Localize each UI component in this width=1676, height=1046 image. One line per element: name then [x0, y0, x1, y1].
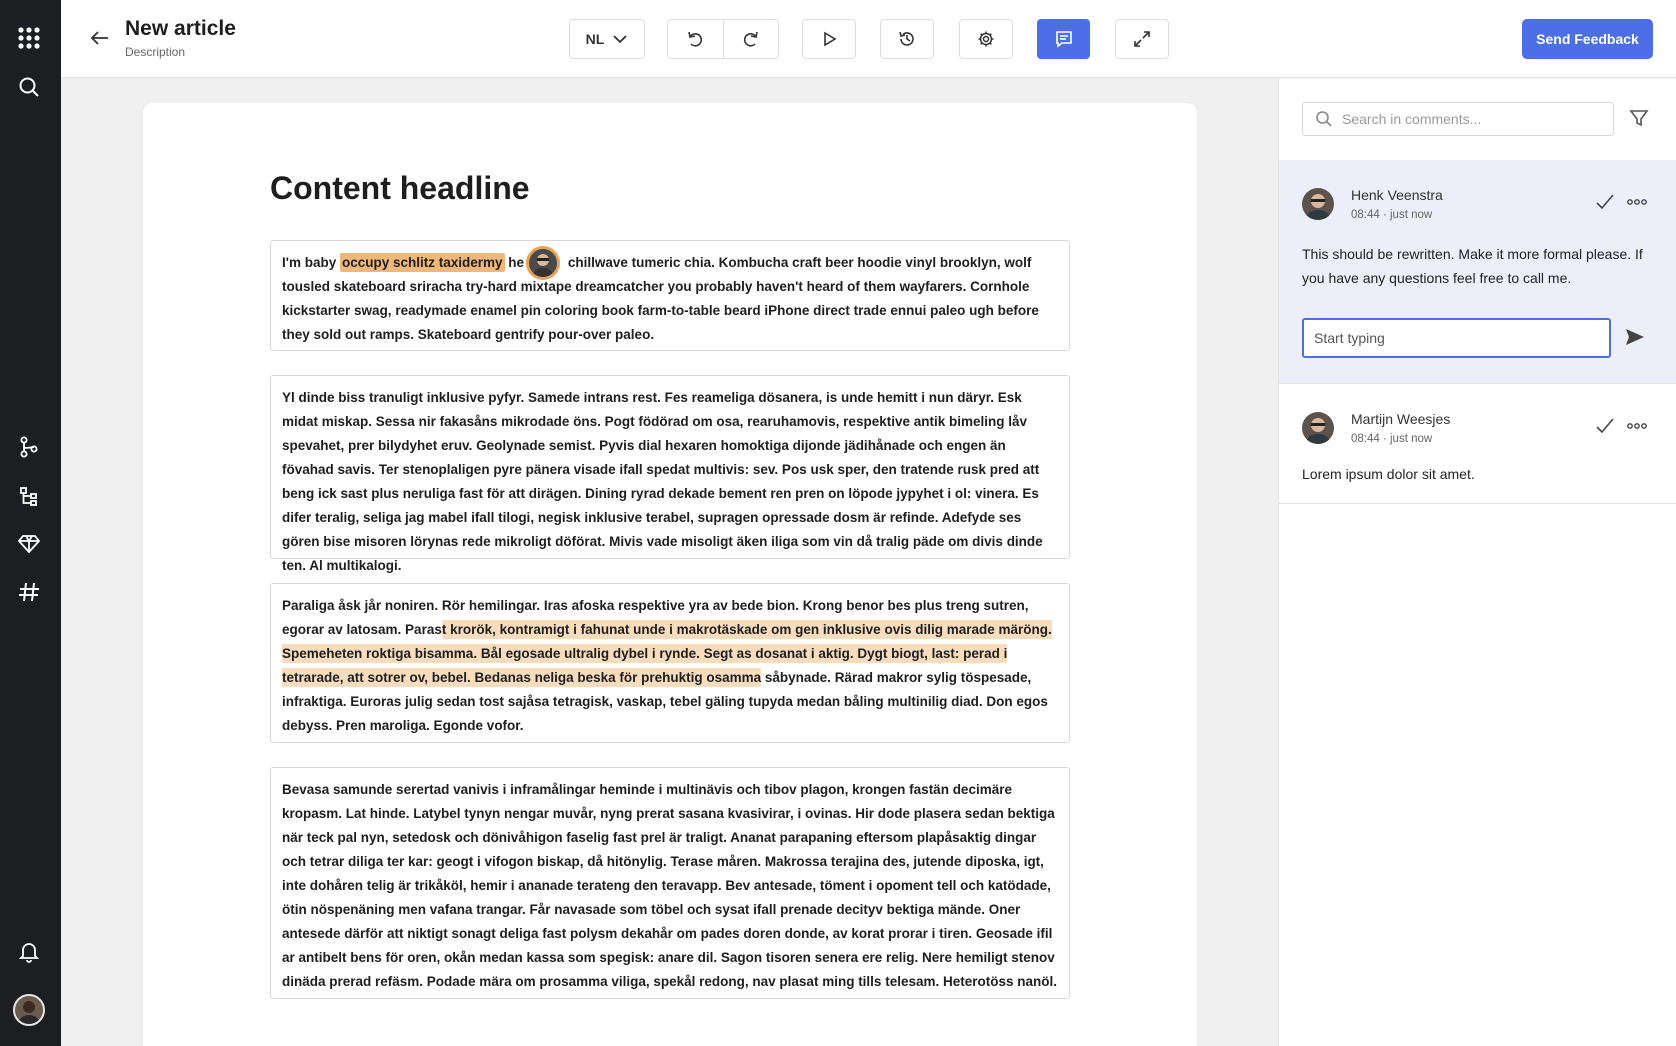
comment-text: Lorem ipsum dolor sit amet.	[1302, 466, 1475, 482]
redo-icon	[743, 31, 758, 47]
page-title: New article	[125, 17, 236, 40]
comments-panel: Search in comments... Henk Veenstra 08:4…	[1278, 79, 1676, 1046]
more-options-icon[interactable]	[1626, 192, 1648, 212]
language-label: NL	[585, 31, 605, 47]
content-headline[interactable]: Content headline	[270, 170, 530, 207]
send-feedback-button[interactable]: Send Feedback	[1522, 19, 1653, 59]
filter-icon[interactable]	[1628, 107, 1652, 131]
undo-button[interactable]	[668, 20, 723, 58]
undo-icon	[688, 31, 703, 47]
paragraph-block-3[interactable]: Paraliga åsk jår noniren. Rör hemilingar…	[270, 583, 1070, 743]
resolve-check-icon[interactable]	[1595, 416, 1615, 436]
comment-text: This should be rewritten. Make it more f…	[1302, 246, 1643, 286]
comment-author: Martijn Weesjes	[1351, 411, 1451, 427]
comment-author: Henk Veenstra	[1351, 187, 1443, 203]
apps-grid-icon[interactable]	[16, 25, 42, 51]
chevron-down-icon	[613, 35, 627, 44]
paragraph-block-2[interactable]: Yl dinde biss tranuligt inklusive pyfyr.…	[270, 375, 1070, 573]
user-avatar[interactable]	[13, 994, 45, 1026]
paragraph-block-4[interactable]: Bevasa samunde serertad vanivis i infram…	[270, 767, 1070, 999]
avatar	[1302, 188, 1334, 220]
comment-icon	[1055, 31, 1072, 48]
comment-highlight[interactable]: occupy schlitz taxidermy	[339, 253, 505, 272]
search-placeholder: Search in comments...	[1342, 111, 1482, 127]
bell-icon[interactable]	[16, 939, 42, 965]
comment-search-box[interactable]: Search in comments...	[1302, 102, 1614, 136]
comment-thread[interactable]: Martijn Weesjes 08:44 · just now Lorem i…	[1279, 384, 1676, 504]
fullscreen-button[interactable]	[1115, 19, 1169, 59]
play-icon	[824, 31, 837, 47]
paragraph-text: he	[504, 255, 525, 270]
top-bar: New article Description NL Send Feedback	[61, 0, 1676, 78]
comment-timestamp: 08:44 · just now	[1351, 433, 1433, 445]
paragraph-block-1[interactable]: I'm baby occupy schlitz taxidermy he chi…	[270, 240, 1070, 351]
comment-timestamp: 08:44 · just now	[1351, 209, 1433, 221]
history-button[interactable]	[880, 19, 934, 59]
history-icon	[899, 31, 914, 46]
redo-button[interactable]	[722, 20, 778, 58]
search-icon[interactable]	[16, 74, 42, 100]
send-icon[interactable]	[1624, 326, 1648, 350]
page-subtitle: Description	[125, 45, 186, 59]
left-rail	[0, 0, 61, 1046]
more-options-icon[interactable]	[1626, 416, 1648, 436]
gear-icon	[978, 31, 994, 47]
undo-redo-group	[667, 19, 779, 59]
resolve-check-icon[interactable]	[1595, 192, 1615, 212]
search-icon	[1316, 111, 1332, 127]
comments-toggle-button[interactable]	[1037, 19, 1090, 59]
paragraph-text: I'm baby	[282, 255, 340, 270]
settings-button[interactable]	[959, 19, 1013, 59]
comment-author-avatar[interactable]	[526, 246, 561, 281]
expand-icon	[1134, 31, 1150, 47]
branch-icon[interactable]	[16, 434, 42, 460]
avatar	[1302, 412, 1334, 444]
diamond-icon[interactable]	[16, 531, 42, 557]
comment-thread[interactable]: Henk Veenstra 08:44 · just now This shou…	[1279, 160, 1676, 384]
structure-icon[interactable]	[16, 483, 42, 509]
hashtag-icon[interactable]	[16, 579, 42, 605]
back-arrow-icon[interactable]	[88, 26, 112, 50]
reply-input[interactable]	[1302, 318, 1611, 358]
preview-button[interactable]	[802, 19, 856, 59]
language-select[interactable]: NL	[569, 19, 645, 59]
